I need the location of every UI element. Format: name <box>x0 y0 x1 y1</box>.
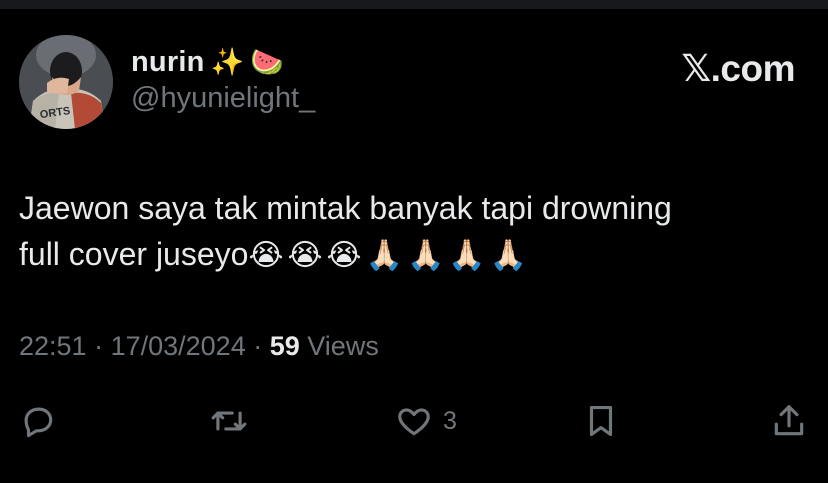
watermelon-emoji: 🍉 <box>250 46 284 78</box>
bookmark-icon <box>589 405 613 437</box>
x-brand-logo: 𝕏.com <box>681 48 795 89</box>
like-button[interactable]: 3 <box>395 395 457 447</box>
like-count: 3 <box>443 406 457 435</box>
views-count: 59 <box>269 331 300 361</box>
views-label: Views <box>307 331 379 361</box>
sparkles-emoji: ✨ <box>210 46 245 78</box>
tweet-screenshot: ORTS nurin ✨ 🍉 @hyunielight_ 𝕏.com Jaewo… <box>0 0 828 483</box>
share-icon <box>774 405 804 436</box>
author-name-row[interactable]: nurin ✨ 🍉 <box>131 44 284 80</box>
tweet-meta: 22:51 · 17/03/2024 · 59 Views <box>19 331 379 362</box>
reply-icon <box>24 407 53 438</box>
tweet-text-line-2-words: full cover juseyo <box>19 236 249 272</box>
top-edge-bar <box>0 0 828 9</box>
tweet-emojis: 😭😭😭🙏🏻🙏🏻🙏🏻🙏🏻 <box>248 238 532 273</box>
tweet-date[interactable]: 17/03/2024 <box>111 331 246 361</box>
avatar[interactable]: ORTS <box>19 35 113 129</box>
bookmark-button[interactable] <box>582 395 620 447</box>
tweet-time[interactable]: 22:51 <box>19 331 87 361</box>
action-bar: 3 <box>0 395 828 447</box>
avatar-photo: ORTS <box>19 35 113 129</box>
tweet-body: Jaewon saya tak mintak banyak tapi drown… <box>19 185 809 279</box>
share-button[interactable] <box>770 395 808 447</box>
tweet-text-line-1: Jaewon saya tak mintak banyak tapi drown… <box>19 190 672 226</box>
author-handle[interactable]: @hyunielight_ <box>131 82 315 115</box>
meta-separator-1: · <box>86 331 111 361</box>
author-display-name[interactable]: nurin <box>131 46 205 79</box>
heart-icon <box>398 408 430 436</box>
meta-separator-2: · <box>245 331 270 361</box>
retweet-button[interactable] <box>210 395 248 447</box>
reply-button[interactable] <box>19 395 57 447</box>
retweet-icon <box>211 411 247 431</box>
tweet-text-line-2: full cover juseyo😭😭😭🙏🏻🙏🏻🙏🏻🙏🏻 <box>19 231 809 279</box>
